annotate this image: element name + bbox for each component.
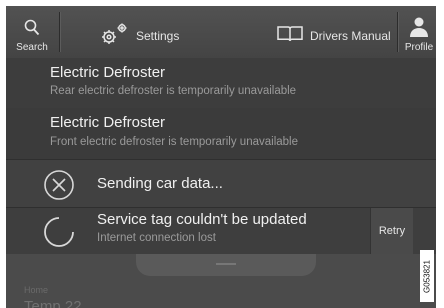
notification-subtitle: Rear electric defroster is temporarily u… bbox=[50, 85, 297, 97]
gear-icon bbox=[102, 23, 127, 44]
notification-rear-defroster: Electric Defroster Rear electric defrost… bbox=[6, 58, 436, 108]
drivers-manual-label: Drivers Manual bbox=[310, 29, 391, 43]
notification-title: Sending car data... bbox=[97, 175, 223, 192]
notification-service-tag: Service tag couldn't be updated Internet… bbox=[6, 207, 436, 255]
notification-title: Electric Defroster bbox=[50, 64, 166, 81]
infotainment-screen: Search Settings Drivers Manual Profile E… bbox=[6, 6, 436, 308]
retry-button[interactable]: Retry bbox=[370, 208, 413, 255]
pull-down-handle[interactable] bbox=[136, 254, 316, 276]
handle-grip bbox=[216, 263, 236, 265]
spinner-icon bbox=[44, 217, 74, 247]
book-icon bbox=[277, 26, 303, 42]
notification-subtitle: Internet connection lost bbox=[97, 232, 216, 244]
figure-code: G053821 bbox=[420, 250, 434, 302]
cancel-circle-icon[interactable] bbox=[43, 169, 75, 201]
search-button[interactable]: Search bbox=[6, 6, 58, 58]
notification-sending-data: Sending car data... bbox=[6, 159, 436, 208]
tile-value: Temp 22 bbox=[24, 298, 82, 308]
divider bbox=[59, 12, 61, 52]
home-tile-area: Home Temp 22 bbox=[6, 254, 436, 308]
profile-label: Profile bbox=[404, 42, 434, 53]
notification-subtitle: Front electric defroster is temporarily … bbox=[50, 136, 298, 148]
tile-label: Home bbox=[24, 285, 49, 295]
search-label: Search bbox=[16, 42, 48, 53]
settings-label: Settings bbox=[136, 29, 180, 43]
settings-button[interactable]: Settings bbox=[96, 6, 246, 58]
drivers-manual-button[interactable]: Drivers Manual bbox=[276, 6, 396, 58]
top-bar: Search Settings Drivers Manual Profile bbox=[6, 6, 436, 59]
notification-title: Electric Defroster bbox=[50, 114, 166, 131]
figure-code-text: G053821 bbox=[422, 260, 432, 293]
profile-button[interactable]: Profile bbox=[402, 6, 436, 58]
notification-title: Service tag couldn't be updated bbox=[97, 211, 307, 228]
search-icon bbox=[24, 19, 40, 36]
person-icon bbox=[410, 17, 428, 37]
notification-front-defroster: Electric Defroster Front electric defros… bbox=[6, 108, 436, 159]
